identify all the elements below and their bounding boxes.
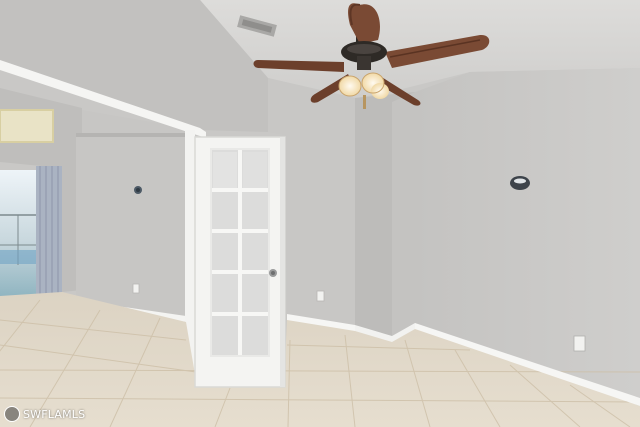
watermark-text: SWFLAMLS: [23, 407, 86, 421]
french-door[interactable]: [194, 136, 286, 388]
door-glass-panes: [210, 148, 270, 357]
adjacent-room: [0, 88, 186, 322]
outlet-right: [573, 335, 586, 352]
mls-badge-icon: [4, 406, 20, 422]
sliding-window: [0, 170, 40, 298]
wall-picture: [0, 110, 53, 142]
wall-sensor-icon: [510, 176, 530, 190]
room-illustration: [0, 0, 640, 427]
mls-watermark: SWFLAMLS: [4, 406, 85, 422]
outlet-center: [316, 290, 325, 302]
center-walls: [268, 78, 415, 338]
room-photo: SWFLAMLS: [0, 0, 640, 427]
outlet-left: [132, 283, 140, 294]
